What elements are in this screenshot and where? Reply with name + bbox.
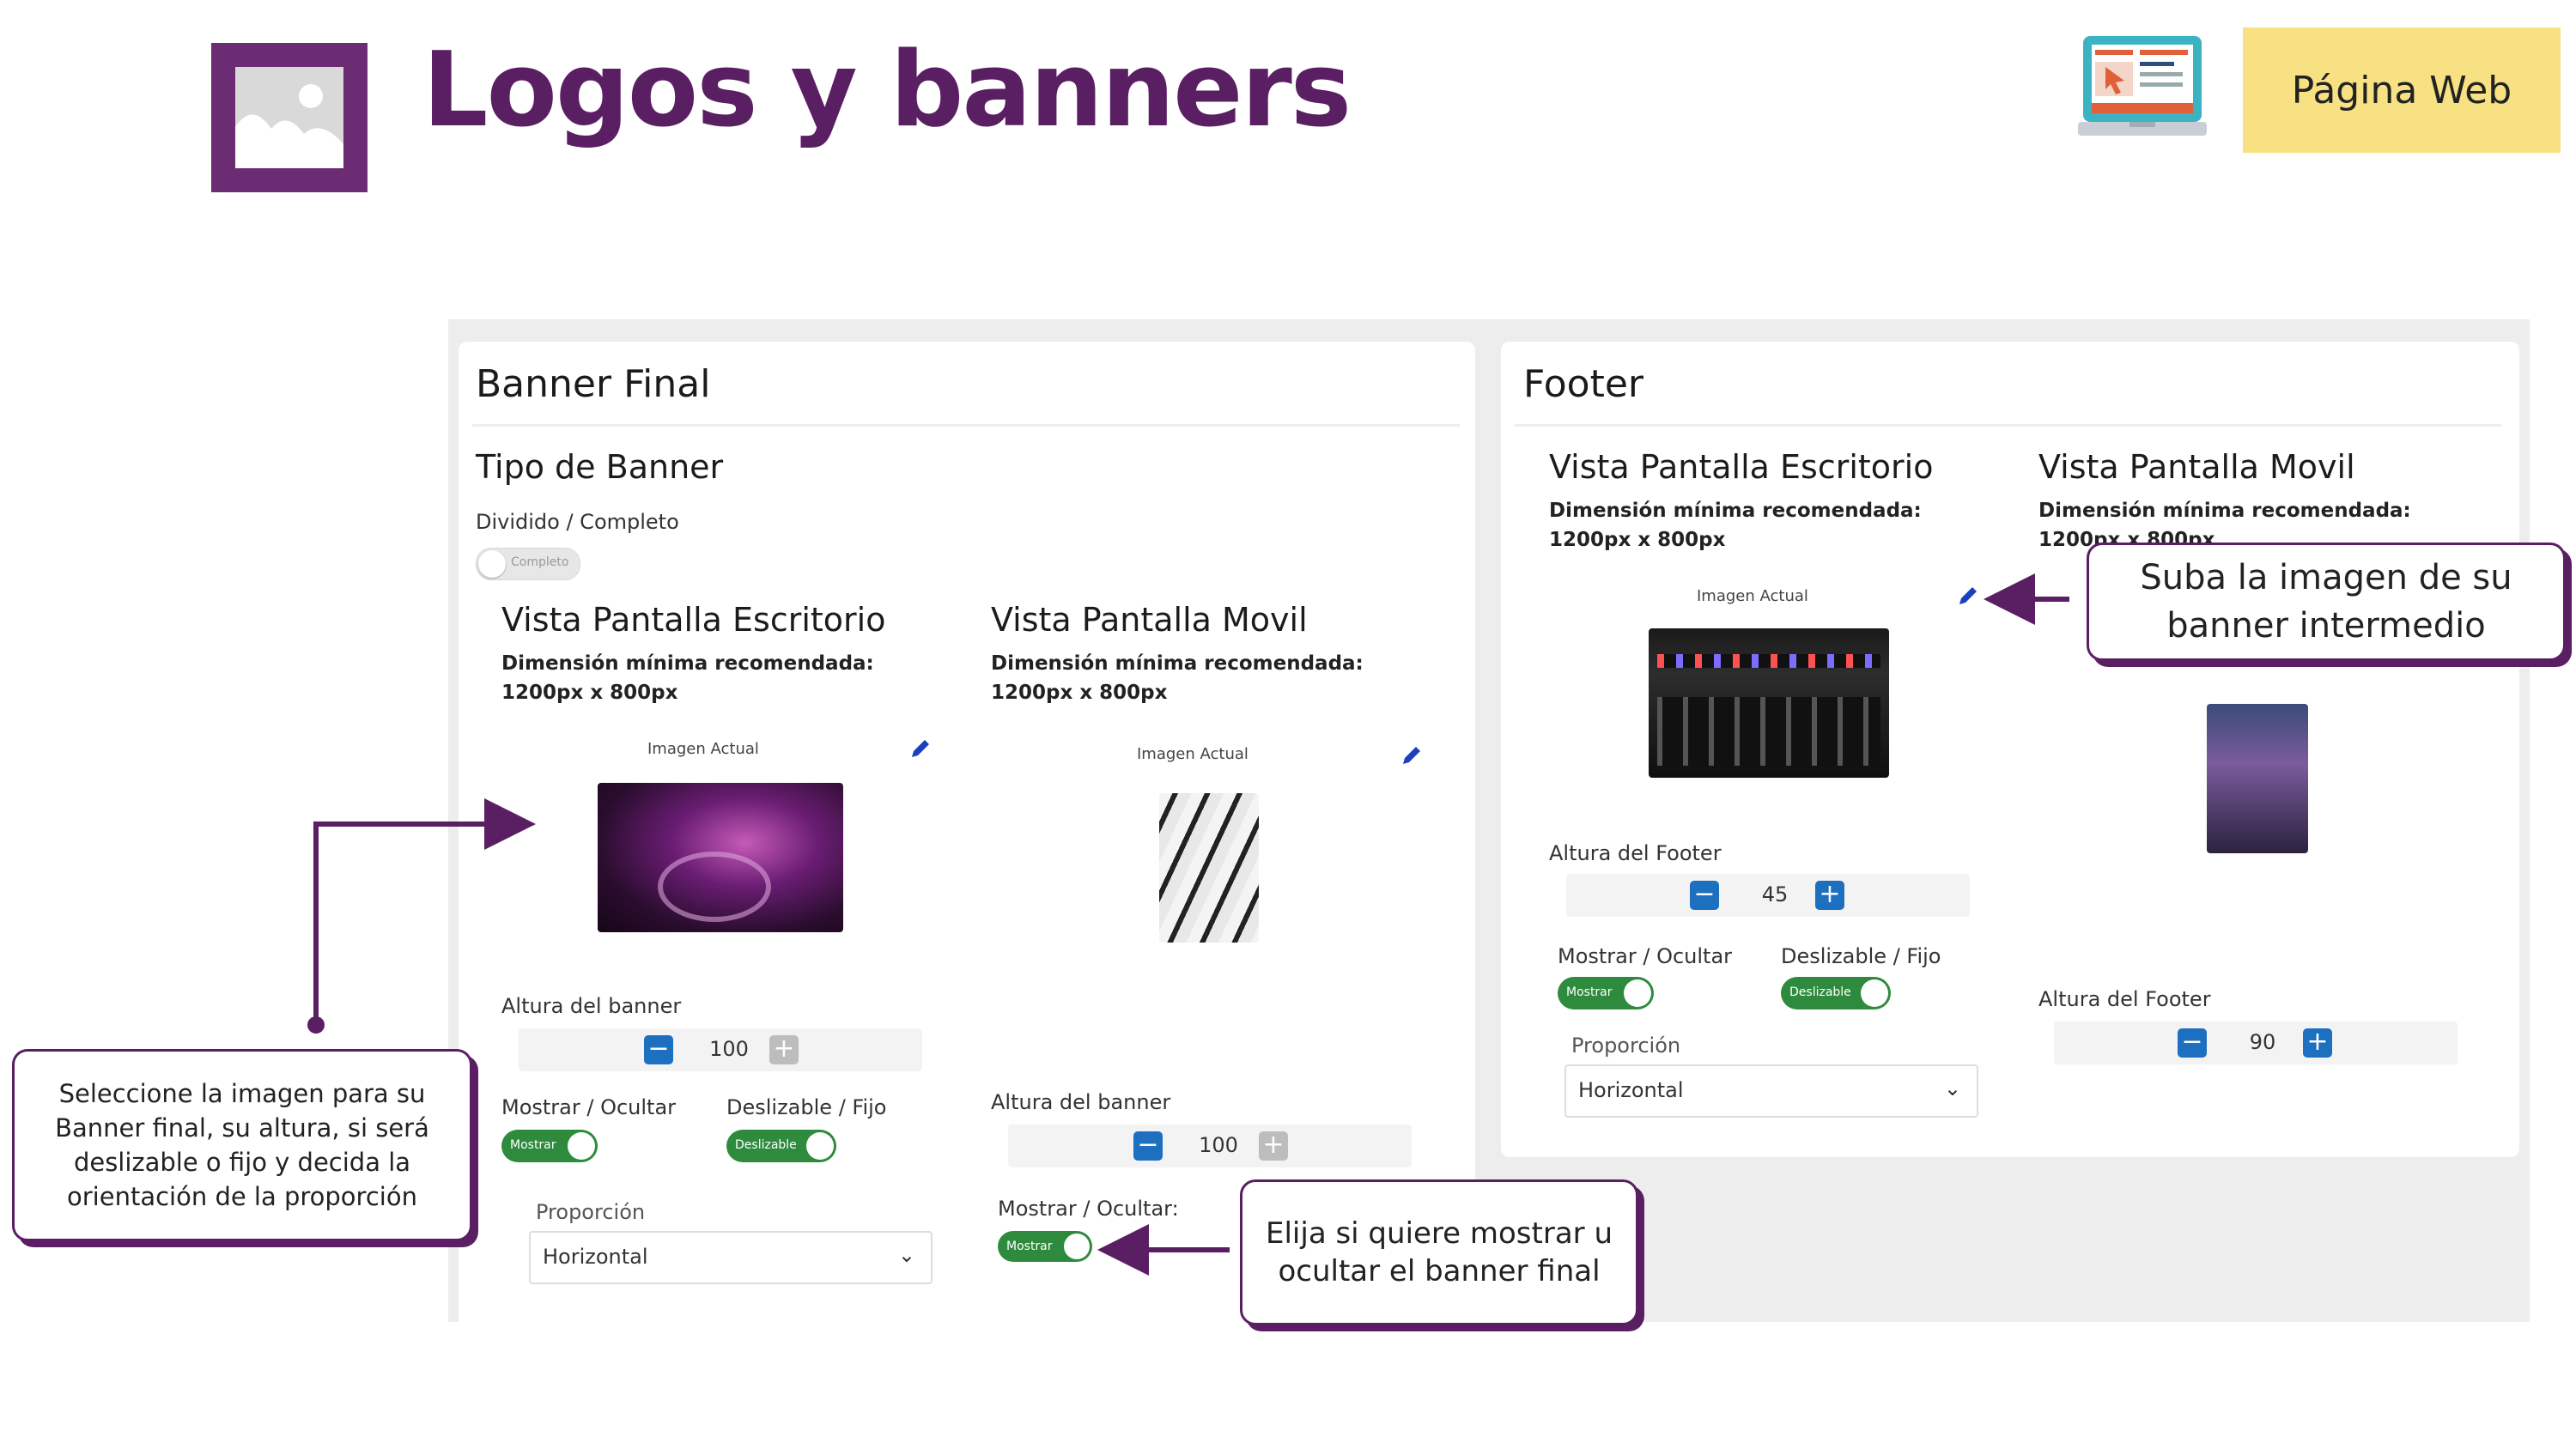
left-callout-connector	[307, 798, 536, 1034]
callout-mostrar-ocultar: Elija si quiere mostrar u ocultar el ban…	[1240, 1179, 1638, 1325]
callout-banner-final: Seleccione la imagen para su Banner fina…	[12, 1049, 472, 1241]
callout-banner-intermedio: Suba la imagen de su banner intermedio	[2087, 543, 2566, 661]
